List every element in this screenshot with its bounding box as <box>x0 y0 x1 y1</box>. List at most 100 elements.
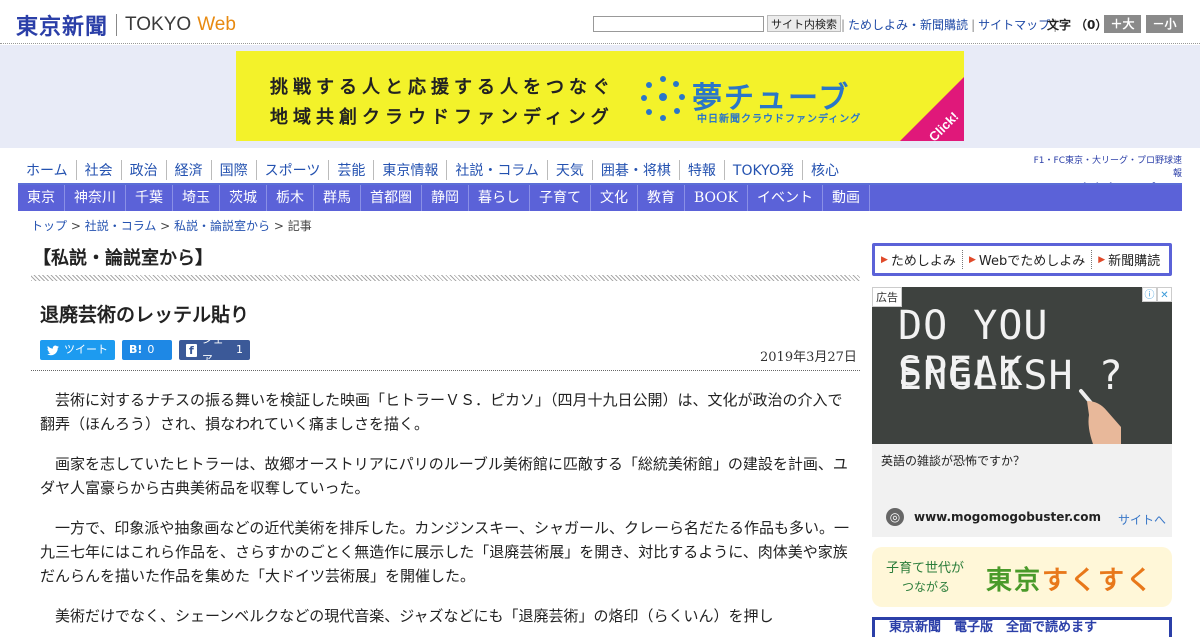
top-header: 東京新聞 TOKYO Web サイト内検索 | ためしよみ・新聞購読 | サイト… <box>0 0 1200 44</box>
font-enlarge-button[interactable]: ＋大 <box>1104 15 1141 33</box>
subscribe-link[interactable]: ▶ 新聞購読 <box>1091 250 1166 269</box>
font-size-control: 文字 （0） <box>1047 16 1107 33</box>
sukusuku-line2: つながる <box>902 580 951 594</box>
nav-region-item[interactable]: BOOK <box>685 185 748 211</box>
breadcrumb-editorial[interactable]: 社説・コラム <box>85 219 157 233</box>
nav-primary-item[interactable]: 社説・コラム <box>446 160 547 180</box>
sukusuku-title-b: すくすく <box>1042 566 1155 596</box>
ad-close-icon[interactable]: ✕ <box>1157 287 1172 302</box>
header-links: | ためしよみ・新聞購読 | サイトマップ | <box>838 16 1060 33</box>
trial-subscribe-link[interactable]: ためしよみ・新聞購読 <box>848 16 968 33</box>
section-heading: 【私説・論説室から】 <box>33 248 213 269</box>
breadcrumb: トップ > 社説・コラム > 私説・論説室から > 記事 <box>31 217 312 234</box>
globe-icon: ◎ <box>886 508 904 526</box>
hatena-count: 0 <box>147 343 155 356</box>
nav-primary-item[interactable]: スポーツ <box>255 160 329 180</box>
article-body: 芸術に対するナチスの振る舞いを検証した映画「ヒトラーＶＳ．ピカソ」（四月十九日公… <box>40 388 850 644</box>
sukusuku-line1: 子育て世代が <box>886 561 965 576</box>
link-divider: | <box>841 17 846 32</box>
nav-region-item[interactable]: 埼玉 <box>173 185 220 211</box>
facebook-icon: f <box>186 343 197 357</box>
site-search: サイト内検索 <box>593 15 841 32</box>
nav-region-item[interactable]: 子育て <box>530 185 591 211</box>
nav-region-item[interactable]: 首都圏 <box>361 185 422 211</box>
facebook-share-button[interactable]: f シェア 1 <box>179 333 250 366</box>
ad-visit-link[interactable]: サイトへ <box>1118 511 1166 528</box>
nav-region-item[interactable]: 暮らし <box>469 185 530 211</box>
nav-region-item[interactable]: 群馬 <box>314 185 361 211</box>
link-divider: | <box>971 17 976 32</box>
banner-subtitle: 中日新聞クラウドファンディング <box>697 114 862 125</box>
article-divider <box>31 370 860 371</box>
web-trial-link[interactable]: ▶ Webでためしよみ <box>961 250 1091 269</box>
click-corner-badge: Click! <box>900 77 964 141</box>
nav-primary-item[interactable]: ホーム <box>18 160 76 180</box>
paragraph: 画家を志していたヒトラーは、故郷オーストリアにパリのルーブル美術館に匹敵する「総… <box>40 455 848 497</box>
nav-primary-item[interactable]: 芸能 <box>328 160 373 180</box>
nav-primary-item[interactable]: 核心 <box>801 160 847 180</box>
nav-region-item[interactable]: 静岡 <box>422 185 469 211</box>
nav-primary-item[interactable]: 特報 <box>678 160 724 180</box>
ad-info-icon[interactable]: ⓘ <box>1142 287 1157 302</box>
nav-primary-item[interactable]: 社会 <box>75 160 121 180</box>
article-title: 退廃芸術のレッテル貼り <box>40 304 250 326</box>
breadcrumb-sep: > <box>156 219 175 233</box>
nav-region-item[interactable]: 栃木 <box>267 185 314 211</box>
paragraph: 美術だけでなく、シェーンベルクなどの現代音楽、ジャズなどにも「退廃芸術」の烙印（… <box>55 607 774 625</box>
search-input[interactable] <box>593 15 764 32</box>
logo-divider <box>116 14 118 36</box>
breadcrumb-current: 記事 <box>287 219 312 233</box>
breadcrumb-column[interactable]: 私説・論説室から <box>174 219 270 233</box>
secondary-nav: 東京 神奈川 千葉 埼玉 茨城 栃木 群馬 首都圏 静岡 暮らし 子育て 文化 教育 BOOK イベント 動画 <box>18 185 1182 211</box>
trial-reading-link[interactable]: ▶ ためしよみ <box>875 250 962 269</box>
chalkboard-image: DO YOU SPEAK ENGLISH ? <box>872 287 1172 444</box>
breadcrumb-sep: > <box>270 219 288 233</box>
nav-primary-item[interactable]: 政治 <box>120 160 166 180</box>
nav-primary-item[interactable]: 天気 <box>546 160 592 180</box>
facebook-share-label: シェア <box>201 333 224 366</box>
hatena-icon: B! <box>129 343 143 356</box>
hand-with-chalk-icon <box>1079 389 1121 444</box>
arrow-icon: ▶ <box>881 254 888 265</box>
nav-region-item[interactable]: 動画 <box>823 185 870 211</box>
ad-choices[interactable]: ⓘ ✕ <box>1142 287 1172 302</box>
nav-primary-item[interactable]: 東京情報 <box>373 160 446 180</box>
nav-region-item[interactable]: 神奈川 <box>65 185 126 211</box>
banner-line2: 地域共創クラウドファンディング <box>270 107 614 128</box>
english-ad[interactable]: DO YOU SPEAK ENGLISH ? 広告 ⓘ ✕ 英語の雑談が恐怖です… <box>872 287 1172 537</box>
subscribe-label: 新聞購読 <box>1108 254 1161 269</box>
hatena-bookmark-button[interactable]: B! 0 <box>122 340 172 360</box>
nav-region-item[interactable]: 文化 <box>591 185 638 211</box>
banner-line1: 挑戦する人と応援する人をつなぐ <box>270 77 615 98</box>
sukusuku-title: 東京すくすく <box>986 560 1154 597</box>
search-button[interactable]: サイト内検索 <box>767 15 841 32</box>
subscribe-label: ためしよみ <box>890 254 956 269</box>
digital-edition-banner[interactable]: 東京新聞 電子版 全面で読めます <box>872 617 1172 637</box>
tokyo-sukusuku-banner[interactable]: 子育て世代が つながる 東京すくすく <box>872 547 1172 607</box>
font-shrink-button[interactable]: －小 <box>1146 15 1183 33</box>
nav-region-item[interactable]: 教育 <box>638 185 685 211</box>
tweet-button[interactable]: ツイート <box>40 340 115 360</box>
breadcrumb-top[interactable]: トップ <box>31 219 67 233</box>
arrow-icon: ▶ <box>1098 254 1106 265</box>
nav-region-item[interactable]: イベント <box>748 185 823 211</box>
font-size-label: 文字 <box>1047 18 1072 32</box>
tweet-label: ツイート <box>64 343 108 356</box>
arrow-icon: ▶ <box>968 254 976 265</box>
subscribe-label: Webでためしよみ <box>978 254 1086 269</box>
nav-primary-item[interactable]: TOKYO発 <box>723 160 802 180</box>
nav-primary-item[interactable]: 経済 <box>165 160 211 180</box>
crowdfunding-banner[interactable]: 挑戦する人と応援する人をつなぐ 地域共創クラウドファンディング 夢チューブ 中日… <box>236 51 964 141</box>
sitemap-link[interactable]: サイトマップ <box>978 16 1050 33</box>
site-logo[interactable]: 東京新聞 TOKYO Web <box>16 9 236 41</box>
nav-primary-item[interactable]: 国際 <box>210 160 256 180</box>
nav-region-item[interactable]: 茨城 <box>220 185 267 211</box>
nav-primary-item[interactable]: 囲碁・将棋 <box>591 160 679 180</box>
font-size-level: （0） <box>1075 18 1108 32</box>
chunichi-tagline: F1・FC東京・大リーグ・プロ野球速報 <box>1033 156 1182 179</box>
section-divider <box>31 275 860 281</box>
nav-region-item[interactable]: 千葉 <box>126 185 173 211</box>
sukusuku-title-a: 東京 <box>986 566 1043 596</box>
nav-region-item[interactable]: 東京 <box>18 185 65 211</box>
ad-label: 広告 <box>872 287 902 307</box>
